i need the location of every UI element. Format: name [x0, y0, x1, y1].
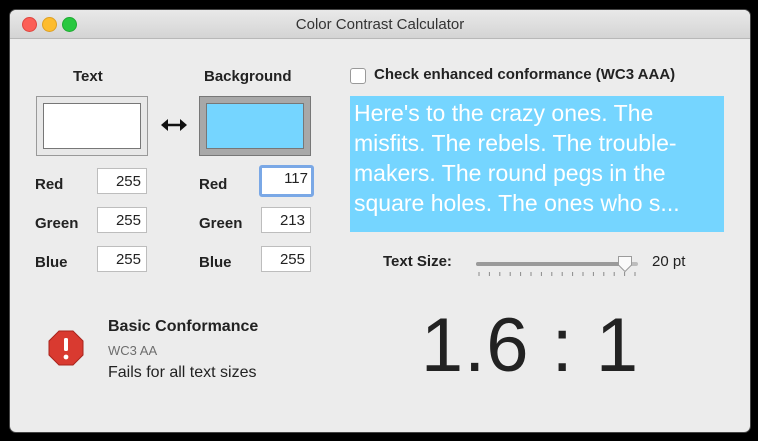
background-blue-label: Blue [199, 254, 232, 271]
background-blue-field[interactable]: 255 [261, 246, 311, 272]
text-color-swatch [43, 103, 141, 149]
text-size-slider-ticks [478, 272, 636, 276]
background-color-well[interactable] [199, 96, 311, 156]
background-color-heading: Background [204, 68, 292, 85]
background-red-field[interactable]: 117 [259, 165, 314, 197]
text-size-slider-track[interactable] [476, 262, 638, 266]
enhanced-conformance-checkbox[interactable] [350, 68, 366, 84]
failure-alert-icon [48, 330, 84, 366]
conformance-standard: WC3 AA [108, 343, 158, 358]
text-size-value: 20 pt [652, 253, 686, 270]
text-blue-field[interactable]: 255 [97, 246, 147, 272]
background-green-label: Green [199, 215, 243, 232]
text-color-heading: Text [73, 68, 103, 85]
background-red-label: Red [199, 176, 228, 193]
text-size-slider-thumb[interactable] [617, 255, 633, 273]
app-window: Color Contrast Calculator Text Red 255 G… [10, 10, 750, 432]
conformance-result: Fails for all text sizes [108, 364, 257, 381]
title-bar: Color Contrast Calculator [10, 10, 750, 39]
swap-colors-icon[interactable] [160, 116, 188, 134]
contrast-preview-text: Here's to the crazy ones. The misfits. T… [350, 96, 724, 232]
background-color-swatch [206, 103, 304, 149]
text-size-slider-fill [476, 262, 626, 266]
text-green-field[interactable]: 255 [97, 207, 147, 233]
background-green-field[interactable]: 213 [261, 207, 311, 233]
window-title: Color Contrast Calculator [295, 16, 465, 33]
text-red-label: Red [35, 176, 64, 193]
conformance-title: Basic Conformance [108, 318, 259, 335]
text-blue-label: Blue [35, 254, 68, 271]
contrast-ratio: 1.6 : 1 [420, 303, 640, 388]
text-color-well[interactable] [36, 96, 148, 156]
enhanced-conformance-label[interactable]: Check enhanced conformance (WC3 AAA) [374, 66, 675, 83]
text-green-label: Green [35, 215, 79, 232]
text-red-field[interactable]: 255 [97, 168, 147, 194]
text-size-label: Text Size: [383, 253, 452, 270]
